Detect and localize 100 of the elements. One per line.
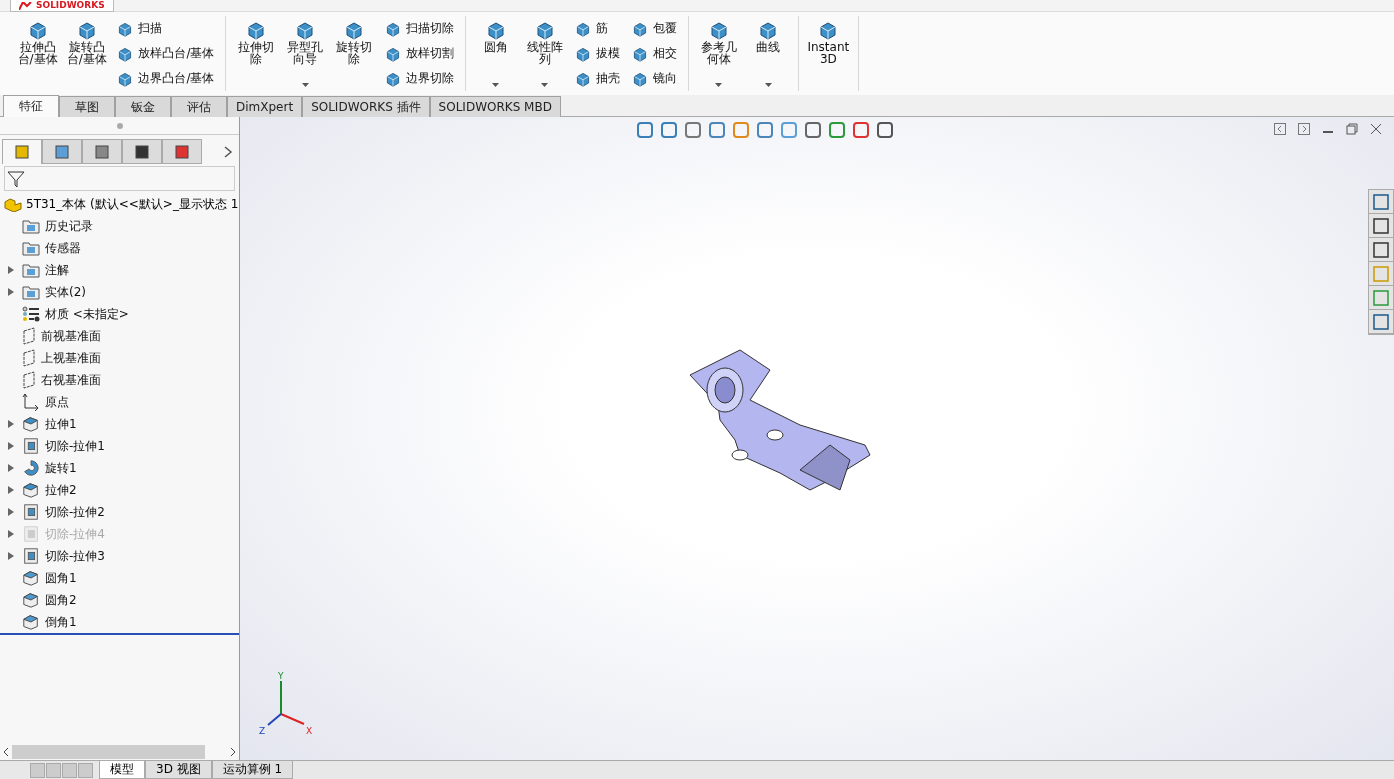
model-tab[interactable]: 模型 [99,761,145,779]
scrollbar-thumb[interactable] [12,745,205,759]
tree-item[interactable]: 倒角1 [22,613,77,631]
panel-tab-icon [133,142,151,161]
feature-icon [632,20,649,37]
view-tool-icon[interactable] [708,121,726,139]
scroll-left-icon[interactable] [2,747,10,757]
ribbon-button[interactable]: 线性阵列 [521,16,569,91]
ribbon-tab[interactable]: SOLIDWORKS 插件 [302,96,430,117]
ribbon-button[interactable]: 拉伸凸台/基体 [14,16,62,91]
tree-item[interactable]: 圆角1 [22,569,77,587]
view-tool-icon[interactable] [660,121,678,139]
tree-item[interactable]: 实体(2) [22,283,86,301]
task-pane-button[interactable] [1369,310,1393,334]
ribbon-button[interactable]: 相交 [629,44,681,63]
tree-item[interactable]: 历史记录 [22,217,93,235]
expand-arrow-icon[interactable] [8,442,14,450]
expand-arrow-icon[interactable] [8,288,14,296]
cut-feature-icon [22,437,40,455]
task-pane-button[interactable] [1369,214,1393,238]
tree-item[interactable]: 材质 <未指定> [22,305,129,323]
view-tool-icon[interactable] [852,121,870,139]
tree-item[interactable]: 注解 [22,261,69,279]
ribbon-button[interactable]: 放样切割 [382,44,457,63]
tree-item[interactable]: 切除-拉伸3 [22,547,105,565]
expand-arrow-icon[interactable] [8,508,14,516]
view-tool-icon[interactable] [876,121,894,139]
ribbon-button[interactable]: 扫描切除 [382,19,457,38]
close-icon[interactable] [1370,123,1382,135]
ribbon-tab[interactable]: SOLIDWORKS MBD [429,96,561,117]
feature-icon [385,20,401,37]
tree-item[interactable]: 前视基准面 [22,327,101,345]
ribbon-button[interactable]: 放样凸台/基体 [114,44,218,63]
task-pane-button[interactable] [1369,190,1393,214]
ribbon-button[interactable]: 参考几何体 [695,16,743,91]
ribbon-tab[interactable]: 评估 [171,96,227,117]
ribbon-button[interactable]: 镜向 [629,69,681,88]
ribbon-button[interactable]: 扫描 [114,19,218,38]
tree-item[interactable]: 拉伸2 [22,481,77,499]
ribbon-button[interactable]: 旋转切除 [330,16,378,91]
feature-icon [534,20,555,40]
chevron-right-icon[interactable] [223,145,233,158]
view-tool-icon[interactable] [684,121,702,139]
filter-field[interactable] [4,166,235,191]
ribbon-tab[interactable]: 钣金 [115,96,171,117]
chamfer-feature-icon [22,613,40,631]
ribbon-button[interactable]: 拔模 [572,44,624,63]
ribbon-button[interactable]: 曲线 [744,16,792,91]
expand-arrow-icon[interactable] [8,552,14,560]
ribbon-button[interactable]: 圆角 [472,16,520,91]
ribbon-button[interactable]: 拉伸切除 [232,16,280,91]
tile-right-icon[interactable] [1298,123,1310,135]
ribbon-tab[interactable]: DimXpert [227,96,303,117]
restore-icon[interactable] [1346,123,1358,135]
origin-icon [22,393,40,411]
plane-icon [22,371,36,389]
expand-arrow-icon[interactable] [8,486,14,494]
panel-tab[interactable] [162,139,202,164]
ribbon-button[interactable]: 包覆 [629,19,681,38]
expand-arrow-icon[interactable] [8,464,14,472]
feature-icon [385,70,401,87]
expand-arrow-icon[interactable] [8,266,14,274]
tree-item[interactable]: 传感器 [22,239,81,257]
ribbon-button[interactable]: 旋转凸台/基体 [63,16,111,91]
tree-item[interactable]: 旋转1 [22,459,77,477]
tree-item[interactable]: 原点 [22,393,69,411]
feature-icon [708,20,729,40]
panel-tab[interactable] [122,139,162,164]
task-pane-button[interactable] [1369,286,1393,310]
tree-item[interactable]: 上视基准面 [22,349,101,367]
material-icon [22,306,40,322]
view-tool-icon[interactable] [828,121,846,139]
part-name[interactable]: 5T31_本体 (默认<<默认>_显示状态 1 [26,195,239,213]
panel-tab[interactable] [82,139,122,164]
view-tool-icon[interactable] [756,121,774,139]
grip-handle[interactable] [116,122,123,129]
ribbon-button[interactable]: 抽壳 [572,69,624,88]
tree-item[interactable]: 切除-拉伸1 [22,437,105,455]
tile-left-icon[interactable] [1274,123,1286,135]
model-tab[interactable]: 3D 视图 [145,761,212,779]
scroll-right-icon[interactable] [229,747,237,757]
ribbon-tab[interactable]: 草图 [59,96,115,117]
tree-item[interactable]: 圆角2 [22,591,77,609]
tree-item[interactable]: 右视基准面 [22,371,101,389]
ribbon-button[interactable]: Instant3D [804,16,852,91]
tree-item[interactable]: 切除-拉伸2 [22,503,105,521]
ribbon-button[interactable]: 筋 [572,19,624,38]
ribbon-tab[interactable]: 特征 [3,95,59,117]
tree-item[interactable]: 拉伸1 [22,415,77,433]
feature-icon [758,20,779,40]
fillet-feature-icon [22,569,40,587]
ribbon-button[interactable]: 异型孔向导 [281,16,329,91]
view-tool-icon[interactable] [804,121,822,139]
ribbon-button[interactable]: 边界凸台/基体 [114,69,218,88]
ribbon-button[interactable]: 边界切除 [382,69,457,88]
view-tool-icon[interactable] [636,121,654,139]
feature-icon [76,20,97,40]
task-pane-button[interactable] [1369,238,1393,262]
expand-arrow-icon[interactable] [8,420,14,428]
model-tab[interactable]: 运动算例 1 [211,761,294,779]
